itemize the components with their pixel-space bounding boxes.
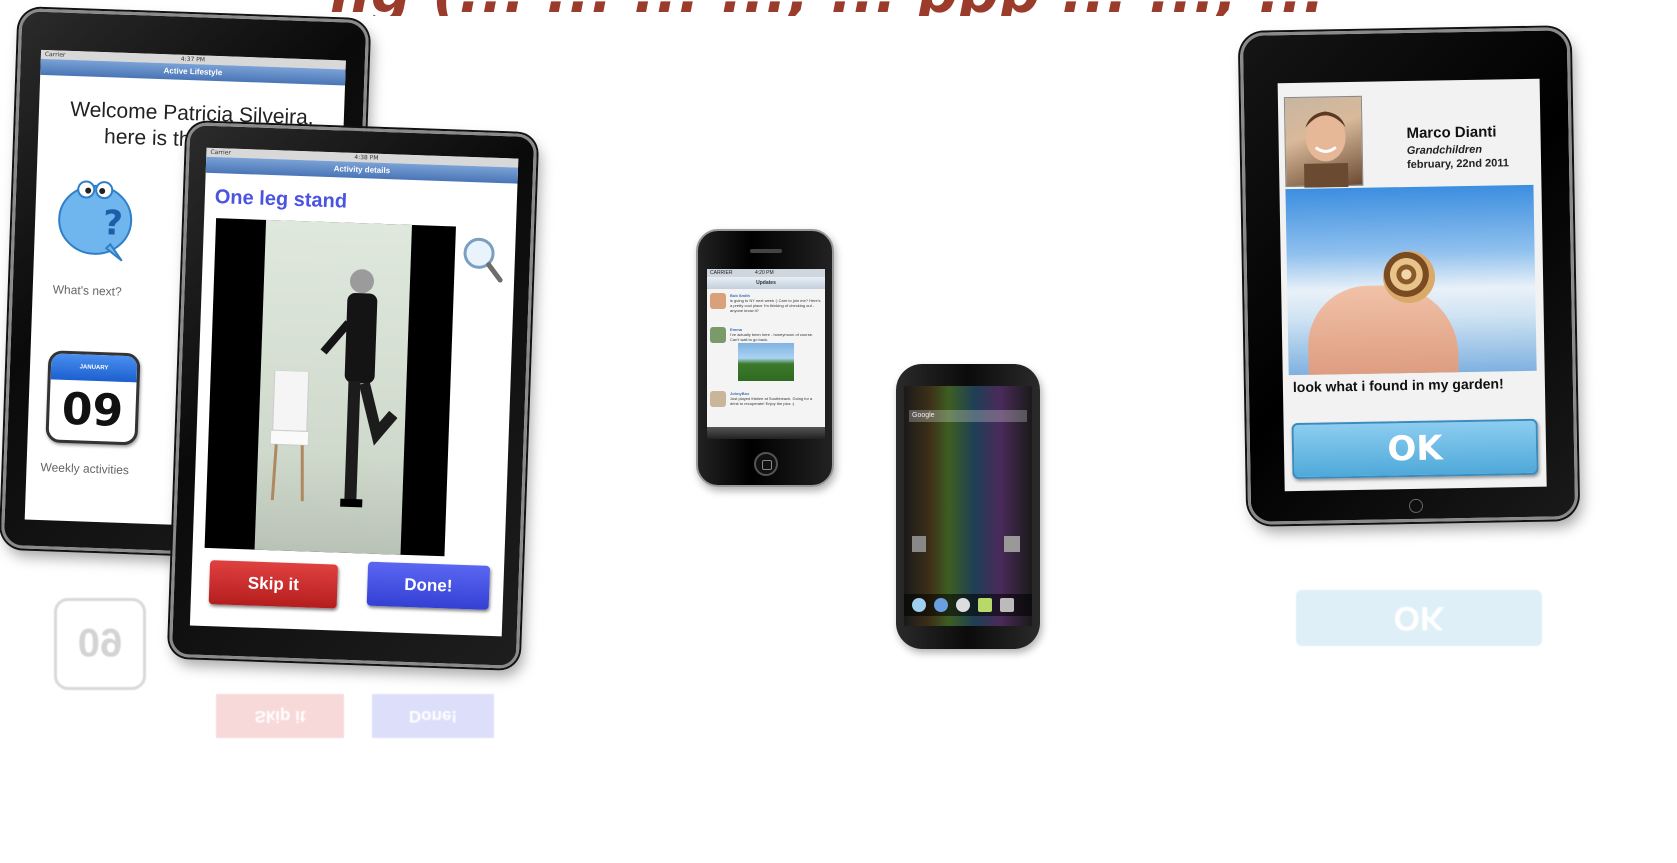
google-search-bar[interactable]: Google: [909, 410, 1027, 422]
done-button[interactable]: Done!: [366, 561, 491, 610]
messaging-icon[interactable]: [978, 598, 992, 612]
message-photo: [1285, 184, 1537, 376]
weekly-activities-label: Weekly activities: [40, 460, 130, 478]
whats-next-label: What's next?: [52, 282, 122, 299]
tablet-screen: Marco Dianti Grandchildren february, 22n…: [1277, 78, 1547, 492]
tablet-screen: Carrier 4:38 PM Activity details One leg…: [189, 147, 519, 637]
feed-text: is going to NY next week :) Care to join…: [730, 298, 821, 313]
feed-text: Just played frisbee at Southbeach. Going…: [730, 396, 813, 406]
status-time: 4:20 PM: [755, 270, 774, 276]
calendar-day: 09: [61, 383, 125, 437]
home-button[interactable]: [1408, 498, 1424, 514]
snail-image: [1382, 250, 1436, 304]
android-screen: Google: [904, 386, 1032, 626]
message-text: look what i found in my garden!: [1292, 375, 1504, 396]
apps-icon[interactable]: [956, 598, 970, 612]
reflection-done-button: Done!: [372, 694, 494, 738]
feed-item-body: Bob Smith is going to NY next week :) Ca…: [730, 293, 822, 313]
reflection-ok-button: OK: [1296, 590, 1542, 646]
iphone-device: CARRIER 4:20 PM Updates Bob Smith is goi…: [696, 229, 834, 487]
reflection-skip-button: Skip it: [216, 694, 344, 738]
tab-bar[interactable]: [707, 427, 825, 439]
speaker-grille: [750, 249, 782, 253]
feed-photo[interactable]: [738, 343, 794, 381]
feed-text: I've actually been here - honeymoon of c…: [730, 332, 814, 342]
magnifier-icon[interactable]: [460, 235, 506, 285]
tablet-reflection: OK: [1252, 540, 1572, 680]
sender-relation: Grandchildren: [1406, 143, 1483, 158]
app-icon[interactable]: [912, 536, 926, 552]
page-title-fragment: ng (... ... ... ..., ... ppp ... ..., ..…: [330, 0, 1330, 16]
app-icon[interactable]: [1004, 536, 1020, 552]
tablet-activity-details: Carrier 4:38 PM Activity details One leg…: [168, 122, 538, 669]
browser-icon[interactable]: [934, 598, 948, 612]
avatar: [710, 391, 726, 407]
whats-next-icon[interactable]: ?: [56, 171, 137, 266]
phone-icon[interactable]: [912, 598, 926, 612]
status-carrier: CARRIER: [710, 270, 733, 276]
iphone-screen: CARRIER 4:20 PM Updates Bob Smith is goi…: [707, 269, 825, 439]
reflection-calendar: 09: [54, 598, 146, 690]
svg-text:?: ?: [102, 203, 123, 244]
skip-button[interactable]: Skip it: [208, 560, 339, 609]
message-date: february, 22nd 2011: [1406, 157, 1510, 172]
avatar: [710, 293, 726, 309]
video-frame: [254, 219, 412, 555]
finger-image: [1307, 284, 1460, 376]
ok-button[interactable]: OK: [1291, 418, 1539, 480]
calendar-month: JANUARY: [50, 353, 138, 383]
sender-avatar: [1283, 95, 1364, 188]
app-dock: [904, 594, 1032, 616]
nav-title: Updates: [707, 277, 825, 289]
status-bar: CARRIER 4:20 PM: [707, 269, 825, 277]
exercise-video[interactable]: [204, 218, 456, 557]
camera-icon[interactable]: [1000, 598, 1014, 612]
tablet-reflection: Skip it Done!: [196, 668, 516, 808]
home-button[interactable]: [754, 452, 778, 476]
activity-title: One leg stand: [214, 186, 348, 213]
feed-item-body: Emma I've actually been here - honeymoon…: [730, 327, 822, 342]
feed-item-body: JohnyBox Just played frisbee at Southbea…: [730, 391, 822, 406]
android-device: Google: [896, 364, 1040, 649]
person-image: [320, 269, 398, 508]
sender-name: Marco Dianti: [1406, 123, 1497, 143]
calendar-icon[interactable]: JANUARY 09: [45, 350, 141, 446]
chair-image: [269, 370, 310, 502]
tablet-message: Marco Dianti Grandchildren february, 22n…: [1239, 27, 1579, 525]
avatar: [710, 327, 726, 343]
